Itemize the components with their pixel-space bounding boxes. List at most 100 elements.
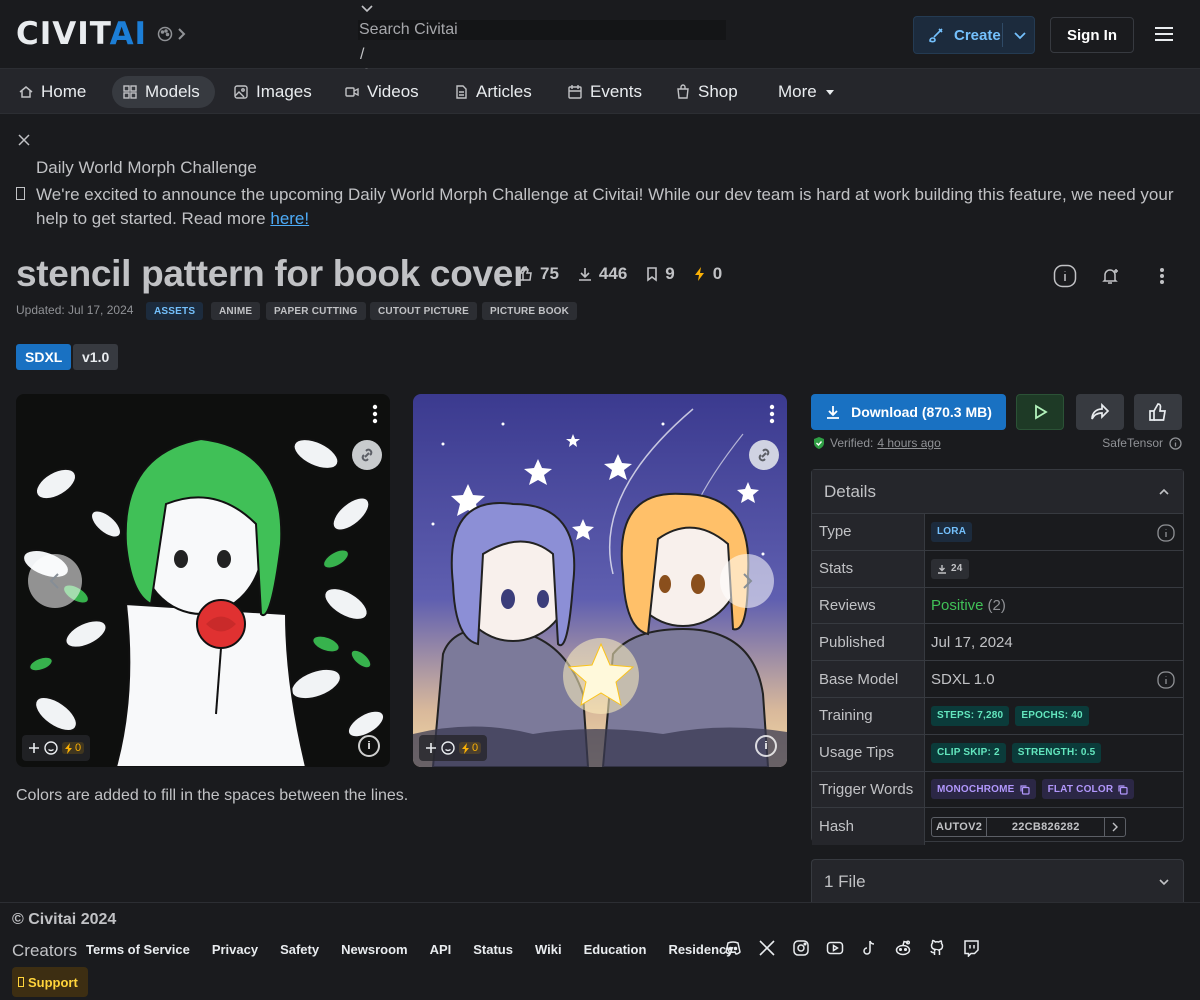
training-steps-badge: STEPS: 7,280 bbox=[931, 705, 1010, 726]
buzz-count: 0 bbox=[75, 742, 82, 754]
tag-assets[interactable]: ASSETS bbox=[146, 302, 204, 320]
buzz-tip[interactable]: 0 bbox=[62, 742, 85, 754]
reaction-bar[interactable]: 0 bbox=[419, 735, 488, 761]
close-icon[interactable] bbox=[17, 133, 31, 147]
shield-check-icon bbox=[814, 437, 824, 449]
reviews-sentiment[interactable]: Positive bbox=[931, 597, 984, 614]
details-header[interactable]: Details bbox=[812, 470, 1183, 514]
copy-icon[interactable] bbox=[1117, 784, 1128, 795]
tag-paper-cutting[interactable]: PAPER CUTTING bbox=[266, 302, 366, 320]
verified-time[interactable]: 4 hours ago bbox=[877, 436, 940, 450]
nav-home[interactable]: Home bbox=[8, 76, 96, 108]
footer-link-safety[interactable]: Safety bbox=[280, 942, 319, 957]
trigger-word-badge[interactable]: MONOCHROME bbox=[931, 779, 1036, 800]
hash-type[interactable]: AUTOV2 bbox=[932, 817, 988, 836]
footer-link-wiki[interactable]: Wiki bbox=[535, 942, 562, 957]
chevron-right-icon[interactable] bbox=[175, 26, 187, 42]
tag-picture-book[interactable]: PICTURE BOOK bbox=[482, 302, 578, 320]
reaction-bar[interactable]: 0 bbox=[22, 735, 91, 761]
smile-icon[interactable] bbox=[44, 741, 58, 755]
tag-cutout-picture[interactable]: CUTOUT PICTURE bbox=[370, 302, 477, 320]
carousel-prev-button[interactable] bbox=[28, 554, 82, 608]
base-model-badge[interactable]: SDXL bbox=[16, 344, 72, 370]
thumbs-up-icon bbox=[1149, 403, 1167, 421]
social-links bbox=[724, 939, 980, 957]
version-badge[interactable]: v1.0 bbox=[73, 344, 119, 370]
search-input[interactable] bbox=[358, 20, 726, 40]
files-accordion[interactable]: 1 File bbox=[811, 859, 1184, 903]
trigger-word-text: FLAT COLOR bbox=[1047, 783, 1114, 795]
link-button[interactable] bbox=[352, 440, 382, 470]
more-options-button[interactable] bbox=[1145, 259, 1179, 293]
instagram-icon[interactable] bbox=[792, 939, 810, 957]
smile-icon[interactable] bbox=[441, 741, 455, 755]
youtube-icon[interactable] bbox=[826, 939, 844, 957]
file-format: SafeTensor bbox=[1102, 436, 1182, 450]
like-button[interactable] bbox=[1134, 394, 1182, 430]
row-label: Training bbox=[812, 697, 925, 734]
footer-link-newsroom[interactable]: Newsroom bbox=[341, 942, 407, 957]
nav-articles[interactable]: Articles bbox=[443, 76, 542, 108]
footer-link-status[interactable]: Status bbox=[473, 942, 513, 957]
bolt-icon bbox=[65, 742, 72, 754]
dots-vertical-icon[interactable] bbox=[372, 404, 378, 424]
github-icon[interactable] bbox=[928, 939, 946, 957]
carousel-next-button[interactable] bbox=[720, 554, 774, 608]
support-label: Support bbox=[28, 974, 78, 990]
chevron-down-icon[interactable] bbox=[1012, 27, 1028, 43]
nav-events[interactable]: Events bbox=[557, 76, 652, 108]
footer-link-creators[interactable]: Creators bbox=[12, 941, 77, 961]
trigger-word-badge[interactable]: FLAT COLOR bbox=[1041, 779, 1135, 800]
nav-images[interactable]: Images bbox=[223, 76, 322, 108]
buzz-tip[interactable]: 0 bbox=[459, 742, 482, 754]
info-circle-icon[interactable] bbox=[1157, 524, 1175, 542]
likes-stat: 75 bbox=[518, 264, 559, 284]
link-button[interactable] bbox=[749, 440, 779, 470]
nav-shop[interactable]: Shop bbox=[665, 76, 748, 108]
notify-button[interactable] bbox=[1093, 259, 1127, 293]
civitai-logo[interactable]: CIVITAI bbox=[16, 16, 187, 52]
run-button[interactable] bbox=[1016, 394, 1064, 430]
palette-icon[interactable] bbox=[157, 26, 173, 42]
announcement-link[interactable]: here! bbox=[270, 209, 309, 228]
grid-icon bbox=[123, 85, 137, 99]
dots-vertical-icon[interactable] bbox=[769, 404, 775, 424]
image-info-button[interactable]: i bbox=[358, 735, 380, 757]
share-button[interactable] bbox=[1076, 394, 1124, 430]
footer-link-terms[interactable]: Terms of Service bbox=[86, 942, 190, 957]
discord-icon[interactable] bbox=[724, 939, 742, 957]
nav-models[interactable]: Models bbox=[112, 76, 215, 108]
chevron-right-icon[interactable] bbox=[1111, 822, 1119, 832]
support-button[interactable]: Support bbox=[12, 967, 88, 997]
x-icon[interactable] bbox=[758, 939, 776, 957]
download-button[interactable]: Download (870.3 MB) bbox=[811, 394, 1006, 430]
create-button[interactable]: Create bbox=[913, 16, 1035, 54]
image-info-button[interactable]: i bbox=[755, 735, 777, 757]
footer-link-api[interactable]: API bbox=[430, 942, 452, 957]
footer-link-education[interactable]: Education bbox=[584, 942, 647, 957]
chevron-down-icon bbox=[1159, 878, 1169, 885]
search-shortcut-hint: / bbox=[360, 46, 365, 63]
model-info-button[interactable] bbox=[1048, 259, 1082, 293]
hash-widget[interactable]: AUTOV2 22CB826282 bbox=[931, 816, 1127, 837]
sign-in-button[interactable]: Sign In bbox=[1050, 17, 1134, 53]
bolt-icon bbox=[694, 267, 704, 281]
footer-link-privacy[interactable]: Privacy bbox=[212, 942, 258, 957]
reddit-icon[interactable] bbox=[894, 939, 912, 957]
info-circle-icon[interactable] bbox=[1157, 671, 1175, 689]
plus-icon[interactable] bbox=[28, 742, 40, 754]
details-row-usage-tips: Usage Tips CLIP SKIP: 2 STRENGTH: 0.5 bbox=[812, 734, 1183, 772]
hash-value[interactable]: 22CB826282 bbox=[987, 817, 1106, 836]
hamburger-menu-icon[interactable] bbox=[1153, 24, 1175, 44]
chevron-down-icon[interactable] bbox=[360, 3, 374, 15]
nav-more[interactable]: More bbox=[768, 76, 846, 108]
nav-label: Models bbox=[145, 82, 200, 101]
type-badge[interactable]: LORA bbox=[931, 521, 973, 542]
tiktok-icon[interactable] bbox=[860, 939, 878, 957]
nav-videos[interactable]: Videos bbox=[334, 76, 429, 108]
info-circle-icon[interactable] bbox=[1169, 436, 1182, 450]
tag-anime[interactable]: ANIME bbox=[211, 302, 261, 320]
twitch-icon[interactable] bbox=[962, 939, 980, 957]
plus-icon[interactable] bbox=[425, 742, 437, 754]
copy-icon[interactable] bbox=[1019, 784, 1030, 795]
